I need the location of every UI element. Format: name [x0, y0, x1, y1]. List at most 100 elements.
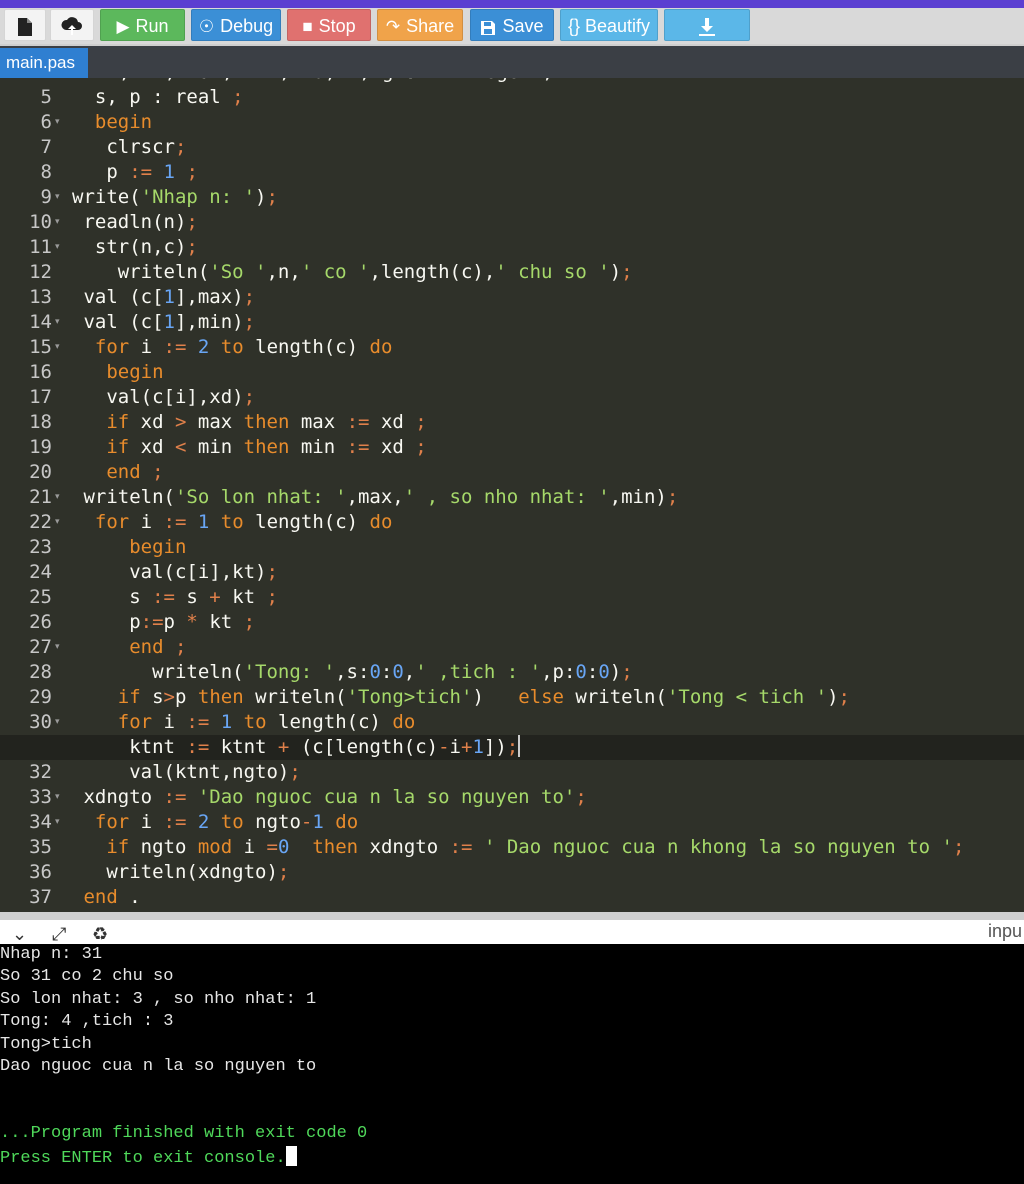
beautify-button[interactable]: {} Beautify: [560, 9, 658, 41]
line-number: 9: [40, 186, 52, 208]
save-label: Save: [502, 16, 544, 36]
code-line: str(n,c);: [72, 236, 198, 258]
line-number: 36: [29, 861, 52, 883]
line-number: 11: [29, 236, 52, 258]
line-number: 14: [29, 311, 52, 333]
console-line: Press ENTER to exit console.: [0, 1145, 297, 1168]
line-number: 5: [40, 86, 52, 108]
run-button[interactable]: ▶ Run: [100, 9, 185, 41]
code-line: if ngto mod i =0 then xdngto := ' Dao ng…: [106, 836, 965, 858]
code-line: writeln('Tong: ',s:0:0,' ,tich : ',p:0:0…: [72, 661, 633, 683]
line-number: 29: [29, 686, 52, 708]
line-number: 21: [29, 486, 52, 508]
new-file-button[interactable]: [4, 9, 46, 41]
code-line: writeln(xdngto);: [72, 861, 290, 883]
code-line: begin: [129, 536, 187, 558]
top-accent-stripe: [0, 0, 1024, 8]
code-line: end .: [83, 886, 141, 908]
code-line: if s>p then writeln('Tong>tich') else wr…: [117, 686, 850, 708]
console-line: Dao nguoc cua n la so nguyen to: [0, 1057, 317, 1076]
file-icon: [17, 16, 33, 37]
beautify-label: {} Beautify: [567, 16, 651, 36]
line-number: 17: [29, 386, 52, 408]
expand-icon[interactable]: ⤢: [52, 924, 66, 945]
fold-toggle-icon[interactable]: ▾: [55, 185, 67, 210]
fold-toggle-icon[interactable]: ▾: [55, 485, 67, 510]
line-number: 15: [29, 336, 52, 358]
code-line: writeln('So lon nhat: ',max,' , so nho n…: [72, 486, 679, 508]
fold-toggle-icon[interactable]: ▾: [55, 510, 67, 535]
tab-main-pas[interactable]: main.pas: [0, 48, 88, 78]
line-number: 10: [29, 211, 52, 233]
fold-toggle-icon[interactable]: ▾: [55, 235, 67, 260]
output-console[interactable]: Nhap n: 31 So 31 co 2 chu so So lon nhat: …: [0, 944, 1024, 1184]
code-line: s, p : real ;: [72, 86, 244, 108]
console-line: So 31 co 2 chu so: [0, 967, 174, 987]
line-number: 6: [40, 111, 52, 133]
line-number: 8: [40, 161, 52, 183]
upload-button[interactable]: [50, 9, 94, 41]
console-line: So lon nhat: 3 , so nho nhat: 1: [0, 989, 317, 1009]
upload-icon: [61, 16, 83, 36]
run-label: Run: [135, 16, 169, 36]
fold-toggle-icon[interactable]: ▾: [55, 810, 67, 835]
code-line: p := 1 ;: [72, 161, 198, 183]
fold-toggle-icon[interactable]: ▾: [55, 210, 67, 235]
line-number: 28: [29, 661, 52, 683]
code-line: begin: [106, 361, 164, 383]
collapse-chevron-icon[interactable]: ⌄: [12, 924, 27, 945]
line-number: 23: [29, 536, 52, 558]
share-label: Share: [406, 16, 455, 36]
code-line: end ;: [129, 636, 187, 658]
line-number: 25: [29, 586, 52, 608]
code-line: write('Nhap n: ');: [72, 186, 278, 208]
input-tab-label[interactable]: inpu: [988, 921, 1022, 942]
line-number: 7: [40, 136, 52, 158]
share-button[interactable]: ↷ Share: [377, 9, 463, 41]
line-number: 12: [29, 261, 52, 283]
save-button[interactable]: Save: [470, 9, 554, 41]
code-line: writeln('So ',n,' co ',length(c),' chu s…: [72, 261, 633, 283]
fold-toggle-icon[interactable]: ▾: [55, 335, 67, 360]
stop-button[interactable]: ■ Stop: [287, 9, 371, 41]
line-number: 37: [29, 886, 52, 908]
code-line: ktnt := ktnt + (c[length(c)-i+1]);: [72, 735, 521, 758]
toolbar: ▶ Run ☉ Debug ■ Stop ↷ Share Save {} Beautif…: [0, 8, 1024, 44]
fold-toggle-icon[interactable]: ▾: [55, 635, 67, 660]
code-line: end ;: [106, 461, 164, 483]
line-number: 20: [29, 461, 52, 483]
code-editor[interactable]: 5 6 ▾ 7 8 9 ▾ 10 ▾ 11 ▾ 12 13 14 ▾ 15 ▾ 16 17 18 19 20 21 ▾ 22 ▾ 2…: [0, 78, 1024, 912]
line-number: 16: [29, 361, 52, 383]
code-line: if xd > max then max := xd ;: [106, 411, 427, 433]
debug-icon: ☉: [198, 17, 215, 36]
line-number: 13: [29, 286, 52, 308]
stop-icon: ■: [302, 17, 313, 36]
code-line: val(ktnt,ngto);: [72, 761, 301, 783]
fold-toggle-icon[interactable]: ▾: [55, 785, 67, 810]
clear-console-icon[interactable]: ♻: [92, 924, 108, 945]
download-button[interactable]: [664, 9, 750, 41]
download-icon: [698, 16, 716, 37]
line-number: 35: [29, 836, 52, 858]
console-line: ...Program finished with exit code 0: [0, 1124, 368, 1144]
fold-toggle-icon[interactable]: ▾: [55, 710, 67, 735]
line-number: 26: [29, 611, 52, 633]
code-line: begin: [94, 111, 153, 133]
console-cursor: [285, 1145, 297, 1166]
line-number: 19: [29, 436, 52, 458]
save-icon: [480, 11, 496, 40]
tab-bar: main.pas: [0, 44, 1024, 78]
code-line: val (c[1],max);: [72, 286, 256, 308]
code-line: for i := 1 to length(c) do: [117, 711, 416, 733]
code-line: readln(n);: [72, 211, 198, 233]
line-number: 32: [29, 761, 52, 783]
fold-toggle-icon[interactable]: ▾: [55, 310, 67, 335]
debug-button[interactable]: ☉ Debug: [191, 9, 281, 41]
code-line: for i := 2 to length(c) do: [94, 336, 393, 358]
code-line: clrscr;: [72, 136, 187, 158]
code-line: val(c[i],kt);: [72, 561, 278, 583]
fold-toggle-icon[interactable]: ▾: [55, 110, 67, 135]
code-line: for i := 2 to ngto-1 do: [94, 811, 359, 833]
line-number: 30: [29, 711, 52, 733]
code-line: xdngto := 'Dao nguoc cua n la so nguyen …: [72, 786, 587, 808]
